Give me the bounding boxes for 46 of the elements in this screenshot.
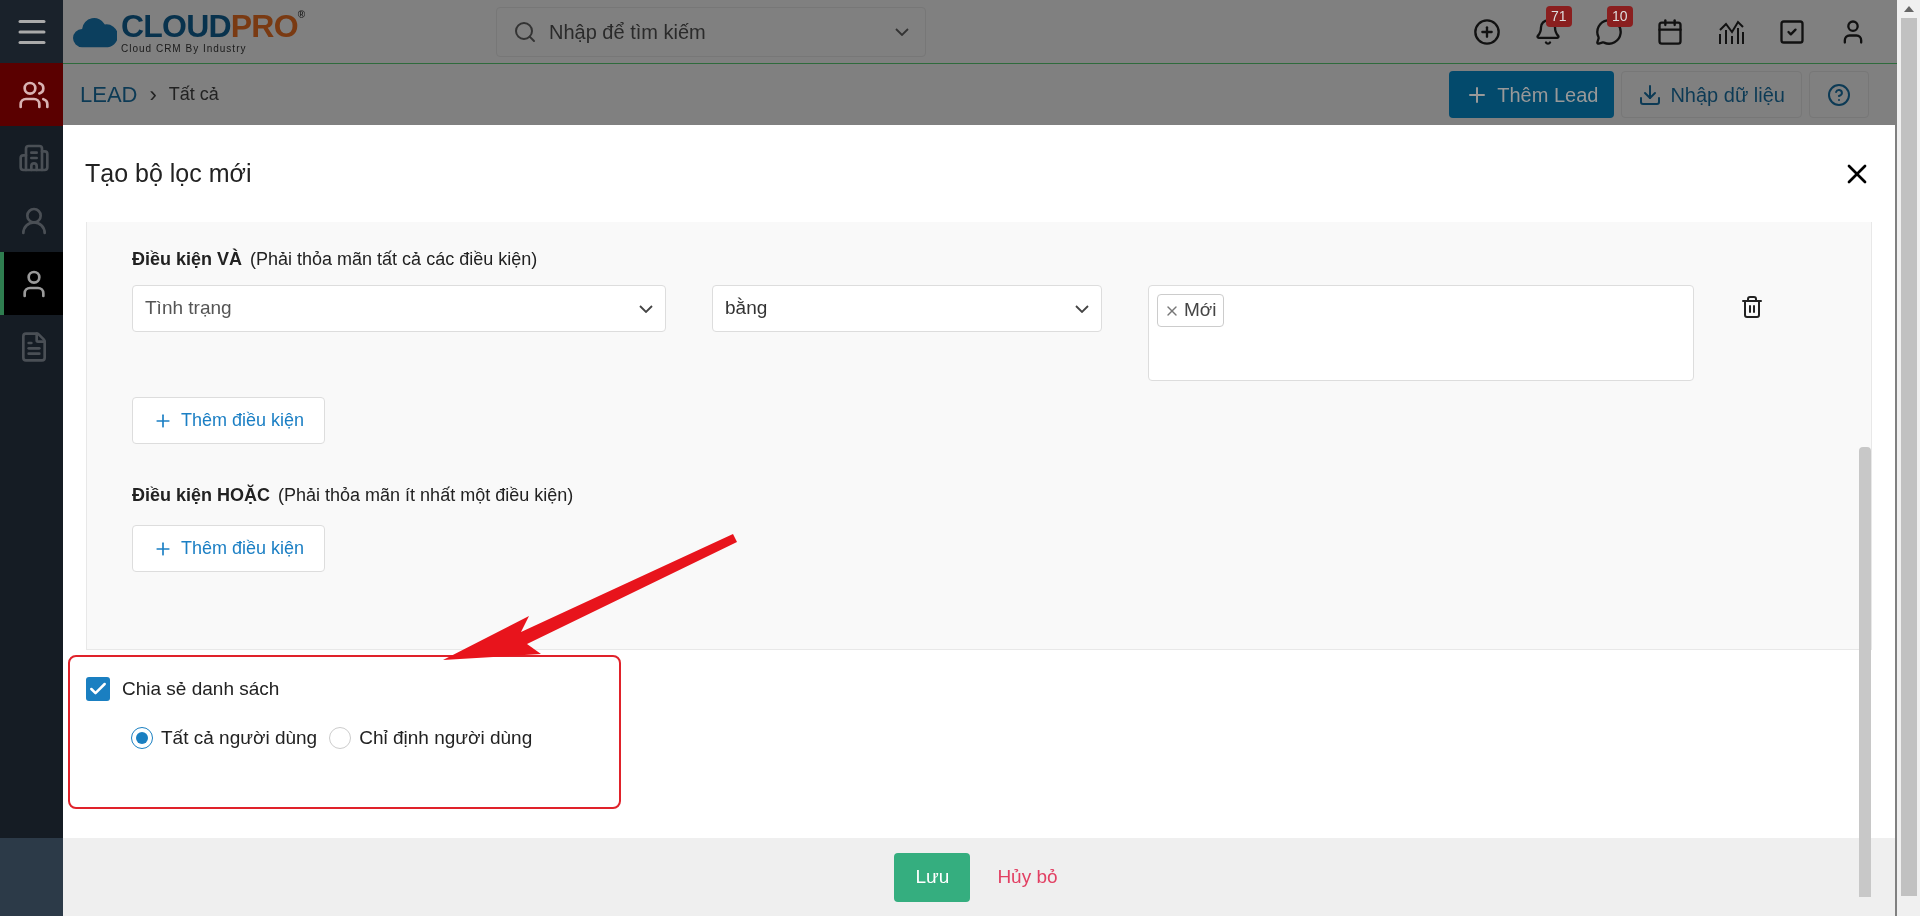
logo-tagline: Cloud CRM By Industry [121,43,248,54]
chevron-down-icon [639,304,653,313]
group-title: Điều kiện VÀ [132,247,243,271]
breadcrumb-separator: › [149,81,157,109]
scroll-up-icon[interactable] [1903,6,1914,12]
checkbox-icon[interactable] [1778,17,1806,46]
operator-select[interactable]: bằng [712,285,1102,332]
chevron-down-icon [1075,304,1089,313]
add-icon[interactable] [1473,17,1501,46]
share-label: Chia sẻ danh sách [122,677,280,701]
notification-count: 71 [1546,5,1572,27]
import-button[interactable]: Nhập dữ liệu [1621,71,1802,118]
search-icon [513,19,537,44]
search-bar[interactable]: Nhập để tìm kiếm [496,6,926,57]
menu-button[interactable] [0,0,63,63]
search-field[interactable]: Nhập để tìm kiếm [549,16,883,47]
field-select[interactable]: Tình trạng [132,285,666,332]
logo-text: CLOUD [121,9,231,42]
logo-text: PRO [230,9,298,42]
sidebar-item[interactable] [0,252,63,315]
add-condition-button[interactable]: Thêm điều kiện [132,397,326,444]
radio-label: Chỉ định người dùng [359,725,533,750]
group-title: Điều kiện HOẶC [132,483,271,507]
value-field[interactable]: Mới [1148,285,1694,381]
sidebar-item[interactable] [0,63,63,126]
message-count: 10 [1607,5,1633,27]
registered-mark: ® [297,9,305,20]
calendar-icon[interactable] [1656,17,1684,46]
add-condition-button[interactable]: Thêm điều kiện [132,525,326,572]
radio-label: Tất cả người dùng [161,725,318,750]
download-icon [1638,82,1663,107]
breadcrumb-module[interactable]: LEAD [80,78,138,111]
breadcrumb-page: Tất cả [168,83,219,106]
cancel-button[interactable]: Hủy bỏ [997,862,1058,892]
value-tag: Mới [1157,294,1224,327]
chevron-down-icon [895,27,909,36]
scroll-thumb[interactable] [1900,18,1917,896]
share-checkbox[interactable] [86,677,110,702]
modal-title: Tạo bộ lọc mới [85,157,252,189]
trash-icon[interactable] [1740,295,1764,319]
group-hint: (Phải thỏa mãn tất cả các điều kiện) [250,248,538,271]
save-button[interactable]: Lưu [894,852,971,902]
group-hint: (Phải thỏa mãn ít nhất một điều kiện) [278,484,574,507]
help-icon [1827,82,1851,107]
help-button[interactable] [1809,71,1869,118]
add-lead-button[interactable]: Thêm Lead [1449,71,1615,118]
